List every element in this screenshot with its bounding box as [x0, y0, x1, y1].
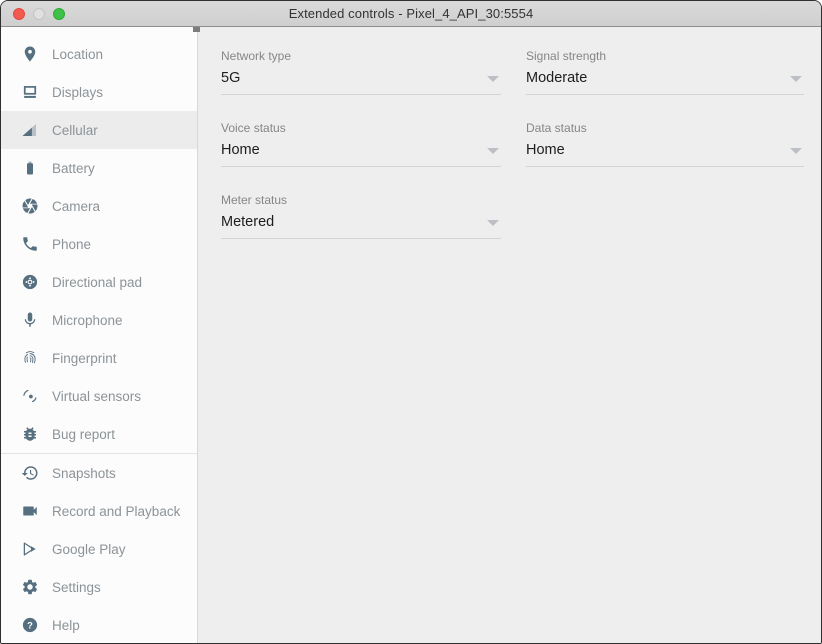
data-status-select[interactable]: Home [526, 142, 804, 167]
sidebar-item-label: Battery [52, 161, 95, 176]
sidebar-item-directional-pad[interactable]: Directional pad [1, 263, 197, 301]
cellular-panel: Network type 5G Signal strength Moderate… [198, 27, 822, 643]
close-button[interactable] [13, 8, 25, 20]
sidebar-item-record-playback[interactable]: Record and Playback [1, 492, 197, 530]
settings-gear-icon [21, 578, 39, 596]
sidebar-item-virtual-sensors[interactable]: Virtual sensors [1, 377, 197, 415]
chevron-down-icon [487, 220, 499, 226]
camera-shutter-icon [21, 197, 39, 215]
sidebar-item-label: Snapshots [52, 466, 116, 481]
chevron-down-icon [487, 76, 499, 82]
sidebar-item-label: Directional pad [52, 275, 142, 290]
sidebar-item-label: Displays [52, 85, 103, 100]
window-title: Extended controls - Pixel_4_API_30:5554 [289, 6, 534, 21]
chevron-down-icon [487, 148, 499, 154]
record-playback-icon [21, 502, 39, 520]
sidebar-item-label: Record and Playback [52, 504, 180, 519]
scrollbar-thumb[interactable] [193, 27, 200, 32]
sidebar-item-label: Virtual sensors [52, 389, 141, 404]
meter-status-label: Meter status [221, 193, 501, 207]
sidebar-item-displays[interactable]: Displays [1, 73, 197, 111]
sidebar-item-label: Microphone [52, 313, 123, 328]
network-type-value: 5G [221, 70, 240, 86]
sidebar-item-label: Phone [52, 237, 91, 252]
sidebar: Location Displays Cellular Battery [1, 27, 198, 643]
sidebar-item-battery[interactable]: Battery [1, 149, 197, 187]
signal-strength-label: Signal strength [526, 49, 804, 63]
chevron-down-icon [790, 148, 802, 154]
field-voice-status: Voice status Home [221, 121, 501, 167]
microphone-icon [21, 311, 39, 329]
sidebar-item-settings[interactable]: Settings [1, 568, 197, 606]
voice-status-label: Voice status [221, 121, 501, 135]
displays-icon [21, 83, 39, 101]
sidebar-item-label: Cellular [52, 123, 98, 138]
virtual-sensors-icon [21, 387, 39, 405]
zoom-button[interactable] [53, 8, 65, 20]
sidebar-item-label: Google Play [52, 542, 126, 557]
sidebar-item-label: Location [52, 47, 103, 62]
svg-text:?: ? [27, 620, 33, 630]
cellular-signal-icon [21, 121, 39, 139]
sidebar-item-label: Settings [52, 580, 101, 595]
meter-status-select[interactable]: Metered [221, 214, 501, 239]
sidebar-item-bug-report[interactable]: Bug report [1, 415, 197, 453]
sidebar-item-location[interactable]: Location [1, 35, 197, 73]
google-play-icon [21, 540, 39, 558]
sidebar-item-label: Camera [52, 199, 100, 214]
phone-icon [21, 235, 39, 253]
traffic-lights [13, 1, 65, 27]
title-bar: Extended controls - Pixel_4_API_30:5554 [1, 1, 821, 27]
field-network-type: Network type 5G [221, 49, 501, 95]
network-type-label: Network type [221, 49, 501, 63]
sidebar-item-camera[interactable]: Camera [1, 187, 197, 225]
meter-status-value: Metered [221, 214, 274, 230]
extended-controls-window: Extended controls - Pixel_4_API_30:5554 … [0, 0, 822, 644]
voice-status-select[interactable]: Home [221, 142, 501, 167]
fingerprint-icon [21, 349, 39, 367]
bug-report-icon [21, 425, 39, 443]
sidebar-item-microphone[interactable]: Microphone [1, 301, 197, 339]
battery-icon [21, 159, 39, 177]
sidebar-item-label: Bug report [52, 427, 115, 442]
field-signal-strength: Signal strength Moderate [526, 49, 804, 95]
snapshots-history-icon [21, 464, 39, 482]
sidebar-item-google-play[interactable]: Google Play [1, 530, 197, 568]
field-data-status: Data status Home [526, 121, 804, 167]
sidebar-item-cellular[interactable]: Cellular [1, 111, 197, 149]
data-status-value: Home [526, 142, 565, 158]
network-type-select[interactable]: 5G [221, 70, 501, 95]
chevron-down-icon [790, 76, 802, 82]
minimize-button[interactable] [33, 8, 45, 20]
sidebar-item-help[interactable]: ? Help [1, 606, 197, 643]
signal-strength-select[interactable]: Moderate [526, 70, 804, 95]
sidebar-item-label: Help [52, 618, 80, 633]
sidebar-item-fingerprint[interactable]: Fingerprint [1, 339, 197, 377]
data-status-label: Data status [526, 121, 804, 135]
sidebar-item-phone[interactable]: Phone [1, 225, 197, 263]
sidebar-item-snapshots[interactable]: Snapshots [1, 454, 197, 492]
help-icon: ? [21, 616, 39, 634]
location-pin-icon [21, 45, 39, 63]
signal-strength-value: Moderate [526, 70, 587, 86]
sidebar-item-label: Fingerprint [52, 351, 117, 366]
dpad-icon [21, 273, 39, 291]
field-meter-status: Meter status Metered [221, 193, 501, 239]
voice-status-value: Home [221, 142, 260, 158]
